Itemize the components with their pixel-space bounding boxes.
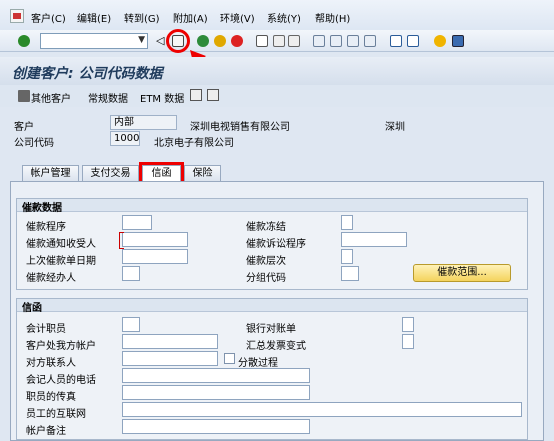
other-customer-icon[interactable] xyxy=(18,90,30,102)
menu-environment[interactable]: 环境(V) xyxy=(220,10,255,25)
company-name: 北京电子有限公司 xyxy=(154,138,234,149)
dunning-recipient-label: 催款通知收受人 xyxy=(26,239,96,250)
other-customer-button[interactable]: 其他客户 xyxy=(31,90,71,105)
correspondence-group-header xyxy=(17,299,527,312)
accounting-clerk-input[interactable] xyxy=(122,317,140,332)
menu-customer[interactable]: 客户(C) xyxy=(31,10,66,25)
document-icon[interactable] xyxy=(190,89,202,101)
grouping-key-label: 分组代码 xyxy=(246,273,286,284)
dunning-procedure-label: 催款程序 xyxy=(26,222,66,233)
application-toolbar xyxy=(0,85,554,107)
customer-label: 客户 xyxy=(14,122,34,133)
customer-field: 内部 xyxy=(110,115,177,130)
tab-insurance[interactable]: 保险 xyxy=(184,165,221,181)
last-dunning-date-input[interactable] xyxy=(122,249,188,264)
page-title: 创建客户: 公司代码数据 xyxy=(12,66,163,82)
find-next-icon[interactable] xyxy=(288,35,300,47)
account-memo-input[interactable] xyxy=(122,419,310,434)
dunning-procedure-input[interactable] xyxy=(122,215,152,230)
company-code-label: 公司代码 xyxy=(14,138,54,149)
customize-layout-icon[interactable] xyxy=(452,35,464,47)
dunning-level-label: 催款层次 xyxy=(246,256,286,267)
account-at-customer-label: 客户处我方帐户 xyxy=(26,341,96,352)
next-page-icon[interactable] xyxy=(347,35,359,47)
customer-name: 深圳电视销售有限公司 xyxy=(190,122,290,133)
tab-account-management[interactable]: 帐户管理 xyxy=(22,165,79,181)
help-icon[interactable] xyxy=(434,35,446,47)
decentralized-checkbox[interactable] xyxy=(224,353,235,364)
menu-help[interactable]: 帮助(H) xyxy=(315,10,350,25)
sap-system-menu-icon[interactable] xyxy=(10,9,24,23)
clerk-fax-label: 职员的传真 xyxy=(26,392,76,403)
legal-dunning-input[interactable] xyxy=(341,232,407,247)
dunning-range-button[interactable]: 催款范围... xyxy=(413,264,511,282)
account-at-customer-input[interactable] xyxy=(122,334,218,349)
shortcut-icon[interactable] xyxy=(407,35,419,47)
bank-statement-label: 银行对账单 xyxy=(246,324,296,335)
customer-city: 深圳 xyxy=(385,122,405,133)
bank-statement-input[interactable] xyxy=(402,317,414,332)
print-icon[interactable] xyxy=(256,35,268,47)
customer-contact-label: 对方联系人 xyxy=(26,358,76,369)
dunning-clerk-input[interactable] xyxy=(122,266,140,281)
back-icon[interactable] xyxy=(197,35,209,47)
menu-goto[interactable]: 转到(G) xyxy=(124,10,160,25)
last-dunning-date-label: 上次催款单日期 xyxy=(26,256,96,267)
clerk-phone-label: 会记人员的电话 xyxy=(26,375,96,386)
company-code-field: 1000 xyxy=(110,131,140,146)
legal-dunning-label: 催款诉讼程序 xyxy=(246,239,306,250)
menu-extras[interactable]: 附加(A) xyxy=(173,10,208,25)
dunning-group-header xyxy=(17,199,527,212)
cancel-icon[interactable] xyxy=(231,35,243,47)
collective-invoice-input[interactable] xyxy=(402,334,414,349)
last-page-icon[interactable] xyxy=(364,35,376,47)
history-back-icon[interactable]: ◁ xyxy=(156,34,164,47)
collective-invoice-label: 汇总发票变式 xyxy=(246,341,306,352)
clerk-phone-input[interactable] xyxy=(122,368,310,383)
customer-contact-input[interactable] xyxy=(122,351,218,366)
find-icon[interactable] xyxy=(273,35,285,47)
document-search-icon[interactable] xyxy=(207,89,219,101)
accounting-clerk-label: 会计职员 xyxy=(26,324,66,335)
menu-edit[interactable]: 编辑(E) xyxy=(77,10,111,25)
first-page-icon[interactable] xyxy=(313,35,325,47)
menu-system[interactable]: 系统(Y) xyxy=(267,10,301,25)
clerk-fax-input[interactable] xyxy=(122,385,310,400)
dunning-block-label: 催款冻结 xyxy=(246,222,286,233)
enter-icon[interactable] xyxy=(18,35,30,47)
correspondence-group-title: 信函 xyxy=(22,303,42,314)
dunning-level-input[interactable] xyxy=(341,249,353,264)
prev-page-icon[interactable] xyxy=(330,35,342,47)
dunning-recipient-input[interactable] xyxy=(119,232,188,249)
dunning-group-title: 催款数据 xyxy=(22,203,62,214)
general-data-button[interactable]: 常规数据 xyxy=(88,90,128,105)
chevron-down-icon[interactable]: ▼ xyxy=(138,35,145,45)
etm-data-button[interactable]: ETM 数据 xyxy=(140,90,184,105)
new-session-icon[interactable] xyxy=(390,35,402,47)
clerk-internet-label: 员工的互联网 xyxy=(26,409,86,420)
decentralized-label: 分散过程 xyxy=(238,358,278,369)
tab-payment-transactions[interactable]: 支付交易 xyxy=(82,165,139,181)
clerk-internet-input[interactable] xyxy=(122,402,522,417)
dunning-block-input[interactable] xyxy=(341,215,353,230)
dunning-clerk-label: 催款经办人 xyxy=(26,273,76,284)
command-field[interactable]: ▼ xyxy=(40,33,148,49)
grouping-key-input[interactable] xyxy=(341,266,359,281)
account-memo-label: 帐户备注 xyxy=(26,426,66,437)
exit-icon[interactable] xyxy=(214,35,226,47)
